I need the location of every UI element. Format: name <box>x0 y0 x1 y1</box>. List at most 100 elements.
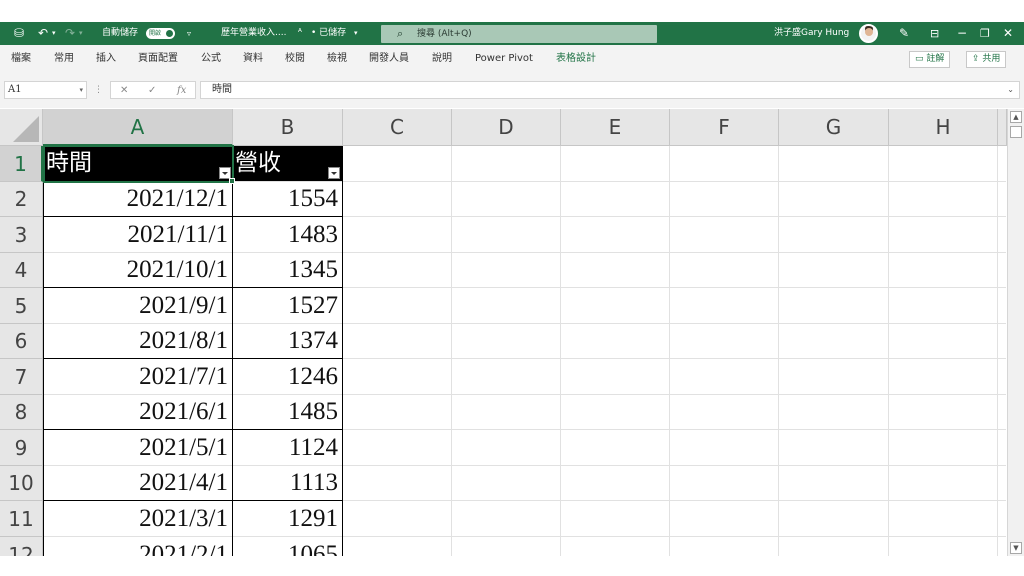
worksheet-grid[interactable]: A B C D E F G H 1 2 3 4 5 6 7 8 9 10 11 … <box>0 109 1024 556</box>
tab-developer[interactable]: 開發人員 <box>369 45 409 72</box>
tab-power-pivot[interactable]: Power Pivot <box>475 45 533 72</box>
designer-icon[interactable]: ✎ <box>899 22 909 45</box>
tab-page-layout[interactable]: 頁面配置 <box>138 45 178 72</box>
redo-dropdown-icon[interactable]: ▾ <box>79 22 83 45</box>
scroll-down-icon[interactable]: ▼ <box>1010 542 1022 554</box>
formula-input[interactable]: 時間 ⌄ <box>200 81 1020 99</box>
table-cell-revenue[interactable]: 1291 <box>233 501 342 536</box>
undo-icon[interactable]: ↶ <box>38 22 48 45</box>
table-cell-date[interactable]: 2021/10/1 <box>44 253 232 287</box>
name-box-dropdown-icon[interactable]: ▾ <box>79 82 83 98</box>
table-cell-revenue[interactable]: 1113 <box>233 466 342 500</box>
formula-content: 時間 <box>212 84 232 95</box>
tab-help[interactable]: 說明 <box>432 45 452 72</box>
table-cell-revenue[interactable]: 1554 <box>233 182 342 216</box>
table-cell-revenue[interactable]: 1124 <box>233 430 342 465</box>
autosave-toggle[interactable]: 開啟 <box>146 28 175 39</box>
column-header-a[interactable]: A <box>43 109 233 146</box>
ribbon-display-icon[interactable]: ⊟ <box>930 22 939 45</box>
row-header-10[interactable]: 10 <box>0 466 43 501</box>
row-header-9[interactable]: 9 <box>0 430 43 466</box>
cancel-icon[interactable]: ✕ <box>120 82 128 100</box>
autosave-state: 開啟 <box>149 30 162 37</box>
gridline <box>778 146 779 556</box>
tab-home[interactable]: 常用 <box>54 45 74 72</box>
table-cell-revenue[interactable]: 1345 <box>233 253 342 287</box>
table-cell-date[interactable]: 2021/4/1 <box>44 466 232 500</box>
column-header-b[interactable]: B <box>233 109 343 146</box>
table-cell-revenue[interactable]: 1246 <box>233 359 342 394</box>
expand-formula-bar-icon[interactable]: ⌄ <box>1007 82 1014 98</box>
row-header-12[interactable]: 12 <box>0 537 43 556</box>
table-cell-revenue[interactable]: 1483 <box>233 217 342 252</box>
column-header-g[interactable]: G <box>779 109 889 146</box>
table-cell-date[interactable]: 2021/11/1 <box>44 217 232 252</box>
table-cell-date[interactable]: 2021/3/1 <box>44 501 232 536</box>
tab-table-design[interactable]: 表格設計 <box>556 45 596 72</box>
search-box[interactable]: ⌕ 搜尋 (Alt+Q) <box>381 25 657 43</box>
column-header-c[interactable]: C <box>343 109 452 146</box>
tab-review[interactable]: 校閱 <box>285 45 305 72</box>
redo-icon[interactable]: ↷ <box>65 22 75 45</box>
row-header-4[interactable]: 4 <box>0 253 43 288</box>
table-cell-revenue[interactable]: 1065 <box>233 537 342 556</box>
undo-dropdown-icon[interactable]: ▾ <box>52 22 56 45</box>
avatar[interactable] <box>859 24 878 43</box>
tab-view[interactable]: 檢視 <box>327 45 347 72</box>
row-header-1[interactable]: 1 <box>0 146 43 182</box>
row-header-3[interactable]: 3 <box>0 217 43 253</box>
row-header-2[interactable]: 2 <box>0 182 43 217</box>
enter-icon[interactable]: ✓ <box>148 82 156 100</box>
column-header-d[interactable]: D <box>452 109 561 146</box>
scroll-up-icon[interactable]: ▲ <box>1010 111 1022 123</box>
row-header-6[interactable]: 6 <box>0 324 43 359</box>
fill-handle[interactable] <box>229 178 235 184</box>
gridline <box>888 146 889 556</box>
column-header-f[interactable]: F <box>670 109 779 146</box>
formula-buttons: ✕ ✓ fx <box>110 81 196 99</box>
tab-data[interactable]: 資料 <box>243 45 263 72</box>
close-icon[interactable]: ✕ <box>1003 22 1013 45</box>
user-name[interactable]: 洪子盛Gary Hung <box>774 22 849 45</box>
table-cell-date[interactable]: 2021/12/1 <box>44 182 232 216</box>
tab-insert[interactable]: 插入 <box>96 45 116 72</box>
column-header-partial[interactable] <box>998 109 1007 146</box>
table-cell-revenue[interactable]: 1485 <box>233 395 342 429</box>
share-button[interactable]: ⇪ 共用 <box>966 51 1007 68</box>
table-cell-date[interactable]: 2021/8/1 <box>44 324 232 358</box>
quick-access-customize-icon[interactable]: ▿ <box>187 22 191 45</box>
table-cell-date[interactable]: 2021/5/1 <box>44 430 232 465</box>
restore-icon[interactable]: ❐ <box>980 22 990 45</box>
row-header-7[interactable]: 7 <box>0 359 43 395</box>
table-cell-revenue[interactable]: 1374 <box>233 324 342 358</box>
row-header-5[interactable]: 5 <box>0 288 43 324</box>
table-header-revenue[interactable]: 營收 <box>233 146 343 181</box>
column-header-e[interactable]: E <box>561 109 670 146</box>
file-name[interactable]: 歷年營業收入.... <box>221 22 286 45</box>
select-all-button[interactable] <box>0 109 43 146</box>
share-icon: ⇪ <box>972 54 983 64</box>
tab-file[interactable]: 檔案 <box>11 45 31 72</box>
minimize-icon[interactable]: − <box>957 22 967 45</box>
formula-bar-grip-icon[interactable]: ⋮ <box>94 81 103 99</box>
name-box[interactable]: A1 ▾ <box>4 81 87 99</box>
autosave-file-icon[interactable]: ⛁ <box>14 22 24 45</box>
comments-button[interactable]: ▭ 註解 <box>909 51 951 68</box>
active-cell-selection[interactable] <box>43 145 234 183</box>
save-state-dropdown-icon[interactable]: ▾ <box>354 22 358 45</box>
filter-dropdown-revenue-icon[interactable] <box>328 167 340 179</box>
table-cell-date[interactable]: 2021/7/1 <box>44 359 232 394</box>
row-header-11[interactable]: 11 <box>0 501 43 537</box>
insert-function-icon[interactable]: fx <box>177 82 186 100</box>
save-state[interactable]: • 已儲存 <box>311 22 346 45</box>
row-header-8[interactable]: 8 <box>0 395 43 430</box>
scroll-thumb[interactable] <box>1010 126 1022 138</box>
tab-formulas[interactable]: 公式 <box>201 45 221 72</box>
table-cell-date[interactable]: 2021/9/1 <box>44 288 232 323</box>
table-cell-revenue[interactable]: 1527 <box>233 288 342 323</box>
column-header-h[interactable]: H <box>889 109 998 146</box>
table-cell-date[interactable]: 2021/2/1 <box>44 537 232 556</box>
table-border <box>43 500 343 501</box>
table-cell-date[interactable]: 2021/6/1 <box>44 395 232 429</box>
vertical-scrollbar[interactable]: ▲ ▼ <box>1007 109 1024 556</box>
